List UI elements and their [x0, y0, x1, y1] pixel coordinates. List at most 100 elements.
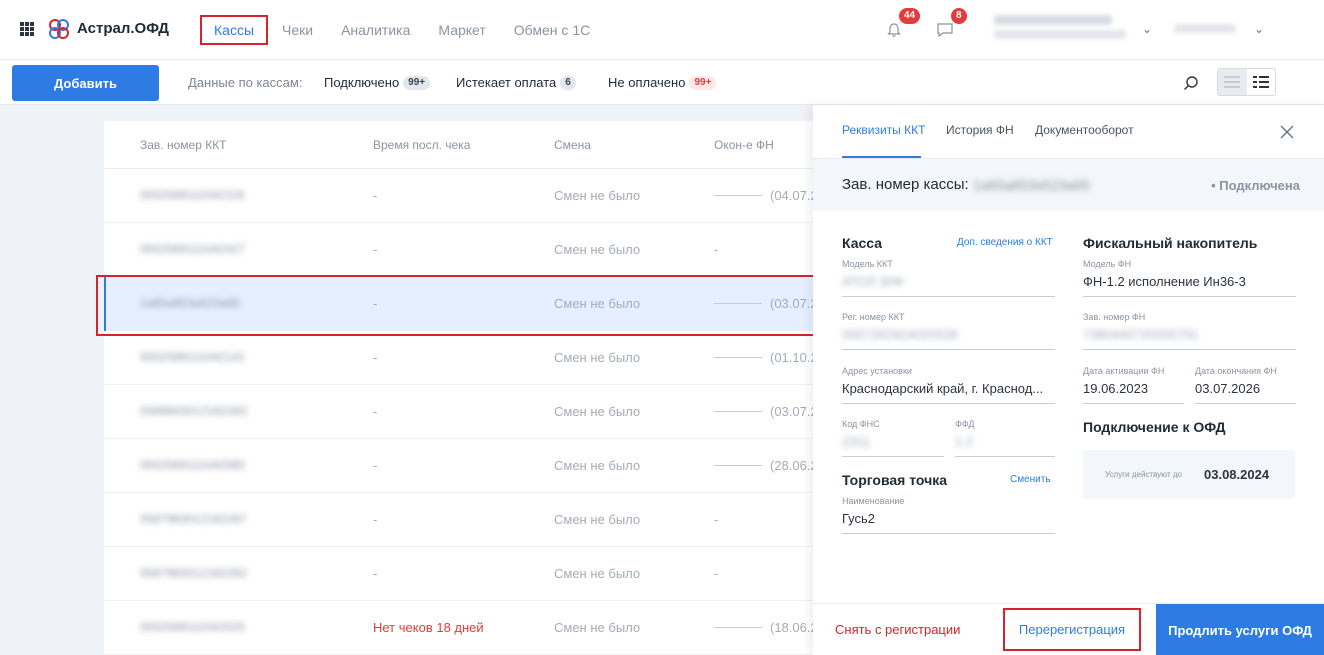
unregister-button[interactable]: Снять с регистрации [835, 622, 960, 637]
top-bar: Астрал.ОФД Кассы Чеки Аналитика Маркет О… [0, 0, 1324, 60]
section-title-kassa: Касса [842, 235, 883, 251]
expiring-label: Истекает оплата [456, 75, 557, 90]
section-title-shop: Торговая точка [842, 472, 948, 488]
tab-fn-history[interactable]: История ФН [946, 123, 1014, 137]
field-value: АТОЛ 30Ф [842, 274, 904, 289]
apps-grid-icon[interactable] [20, 22, 34, 36]
field-value: 03.07.2026 [1195, 381, 1261, 396]
table-view-icon[interactable] [1247, 69, 1276, 95]
table-row[interactable]: 0002589111042119 - Смен не было (04.07.2 [104, 169, 824, 223]
fn-expiry-field: Дата окончания ФН 03.07.2026 [1195, 366, 1296, 404]
fn-progress-line [714, 411, 762, 412]
ffd-field: ФФД 1.2 [955, 419, 1055, 457]
table-row[interactable]: 0002589111042025 Нет чеков 18 дней Смен не… [104, 601, 824, 655]
fn-expiry: (01.10.2 [714, 350, 818, 365]
fn-expiry-date: - [714, 566, 719, 581]
fn-expiry: (04.07.2 [714, 188, 818, 203]
fn-progress-line [714, 303, 762, 304]
tab-docflow[interactable]: Документооборот [1035, 123, 1134, 137]
field-label: Код ФНС [842, 419, 880, 429]
nav-item-kassy[interactable]: Кассы [200, 15, 269, 45]
table-row[interactable]: 0587983012182287 - Смен не было - [104, 493, 824, 547]
chevron-down-icon[interactable]: ⌄ [1254, 22, 1264, 36]
logo-text: Астрал.ОФД [77, 20, 169, 37]
table-row[interactable]: 0002589111042080 - Смен не было (28.06.2 [104, 439, 824, 493]
field-label: Модель ФН [1083, 259, 1132, 269]
shift-status: Смен не было [554, 566, 641, 581]
kkt-serial: 0587983012182282 [140, 566, 247, 580]
user-name-blurred[interactable] [994, 15, 1112, 25]
kkt-details-link[interactable]: Доп. сведения о ККТ [957, 237, 1053, 248]
table-row[interactable]: 1a65a853a523a65 - Смен не было (03.07.2 [104, 277, 824, 331]
add-button[interactable]: Добавить [12, 65, 159, 101]
status-badge: • Подключена [1211, 178, 1300, 193]
last-check-time: - [373, 350, 378, 365]
kkt-model-field: Модель ККТ АТОЛ 30Ф [842, 259, 1055, 297]
field-label: Дата активации ФН [1083, 366, 1165, 376]
kkt-serial: 1a65a853a523a65 [140, 296, 241, 310]
shift-status: Смен не было [554, 458, 641, 473]
nav-item-analitika[interactable]: Аналитика [327, 15, 424, 45]
column-header-fn-expiry[interactable]: Окон-е ФН [714, 138, 774, 152]
fn-model-field: Модель ФН ФН-1.2 исполнение Ин36-3 [1083, 259, 1296, 297]
filter-expiring[interactable]: Истекает оплата 6 [456, 75, 576, 90]
stats-label: Данные по кассам: [188, 75, 303, 90]
list-view-icon[interactable] [1218, 69, 1247, 95]
view-toggle [1217, 68, 1276, 96]
fn-expiry-date: (01.10.2 [770, 350, 818, 365]
connected-label: Подключено [324, 75, 400, 90]
change-shop-link[interactable]: Сменить [1010, 474, 1051, 485]
table-row[interactable]: 0002589111042427 - Смен не было - [104, 223, 824, 277]
nav-item-obmen-1c[interactable]: Обмен с 1С [500, 15, 604, 45]
column-header-last-check[interactable]: Время посл. чека [373, 138, 470, 152]
fn-expiry: - [714, 566, 718, 581]
ofd-services-box: Услуги действуют до 03.08.2024 [1083, 450, 1295, 499]
filter-connected[interactable]: Подключено 99+ [324, 75, 431, 90]
shift-status: Смен не было [554, 188, 641, 203]
field-label: Модель ККТ [842, 259, 893, 269]
shift-status: Смен не было [554, 242, 641, 257]
table-row[interactable]: 0587983012182282 - Смен не было - [104, 547, 824, 601]
panel-serial: 1a65a853a523a65 [973, 177, 1090, 193]
field-value: Гусь2 [842, 511, 876, 526]
search-icon[interactable] [1183, 75, 1199, 91]
close-icon[interactable] [1279, 124, 1295, 140]
last-check-time: - [373, 242, 378, 257]
nav-item-market[interactable]: Маркет [424, 15, 499, 45]
kkt-serial: 0002589111042119 [140, 188, 245, 202]
last-check-time: - [373, 458, 378, 473]
field-value: 2311 [842, 434, 870, 449]
bell-icon[interactable] [886, 22, 902, 38]
toolbar: Добавить Данные по кассам: Подключено 99… [0, 60, 1324, 105]
chat-icon[interactable] [936, 22, 954, 38]
fn-progress-line [714, 195, 762, 196]
field-label: ФФД [955, 419, 975, 429]
panel-title: Зав. номер кассы: [842, 176, 969, 193]
table-row[interactable]: 0589843012182283 - Смен не было (03.07.2 [104, 385, 824, 439]
column-header-serial[interactable]: Зав. номер ККТ [140, 138, 227, 152]
fn-progress-line [714, 357, 762, 358]
fn-expiry-date: (28.06.2 [770, 458, 818, 473]
chevron-down-icon[interactable]: ⌄ [1142, 22, 1152, 36]
main-nav: Кассы Чеки Аналитика Маркет Обмен с 1С [200, 15, 604, 45]
services-label: Услуги действуют до [1105, 470, 1182, 479]
extend-ofd-button[interactable]: Продлить услуги ОФД [1156, 604, 1324, 655]
filter-unpaid[interactable]: Не оплачено 99+ [608, 75, 717, 90]
install-address-field: Адрес установки Краснодарский край, г. К… [842, 366, 1055, 404]
column-header-shift[interactable]: Смена [554, 138, 591, 152]
reregister-button[interactable]: Перерегистрация [1003, 608, 1141, 651]
shop-name-field: Наименование Гусь2 [842, 496, 1055, 534]
field-label: Наименование [842, 496, 905, 506]
last-check-time: - [373, 566, 378, 581]
last-check-time: - [373, 296, 378, 311]
company-blurred[interactable] [1174, 24, 1236, 33]
fn-expiry-date: (03.07.2 [770, 296, 818, 311]
connected-count: 99+ [403, 75, 431, 90]
nav-item-cheki[interactable]: Чеки [268, 15, 327, 45]
shift-status: Смен не было [554, 404, 641, 419]
field-label: Зав. номер ФН [1083, 312, 1146, 322]
tab-rekvizity[interactable]: Реквизиты ККТ [842, 123, 925, 137]
panel-subheader: Зав. номер кассы: 1a65a853a523a65 • Подк… [813, 159, 1324, 211]
table-row[interactable]: 0002589111042141 - Смен не было (01.10.2 [104, 331, 824, 385]
panel-footer: Снять с регистрации Перерегистрация Прод… [813, 603, 1324, 655]
